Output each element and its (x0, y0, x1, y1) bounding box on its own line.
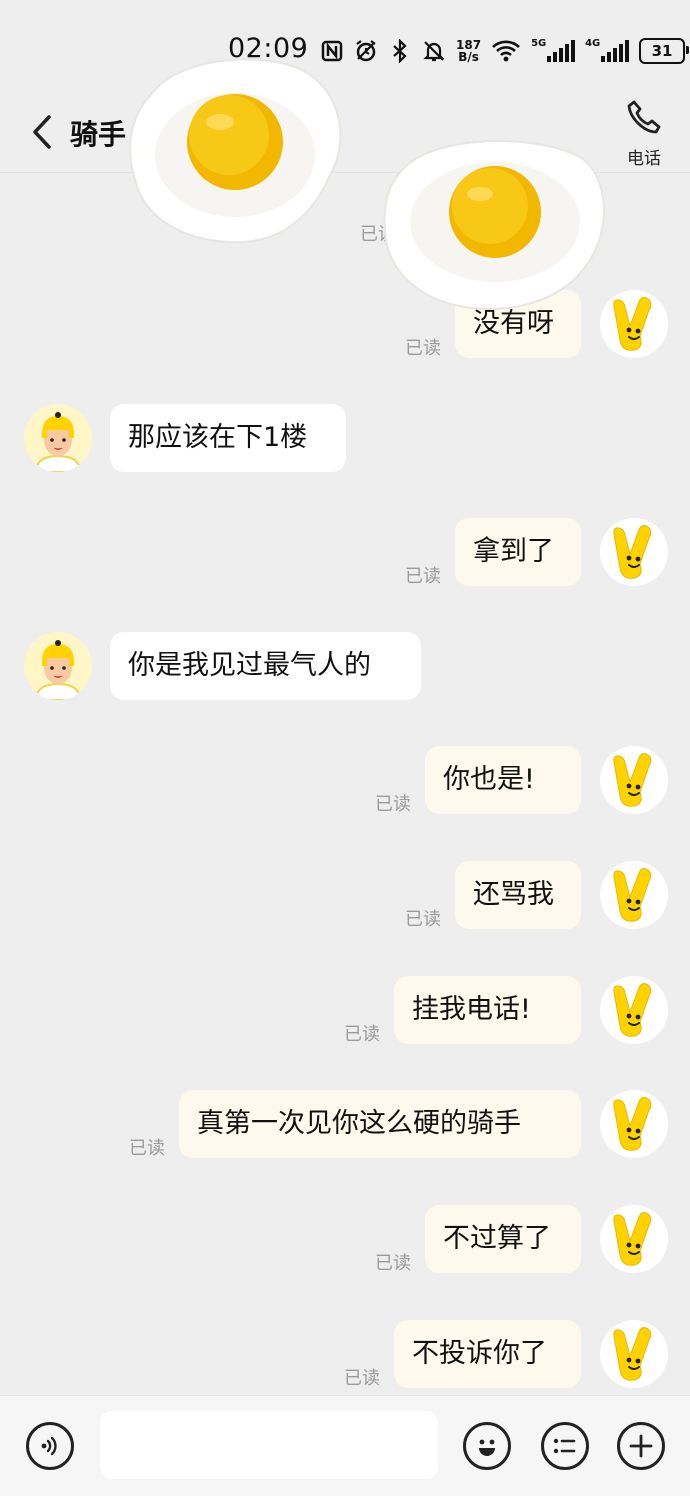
wifi-icon (491, 39, 521, 63)
emoji-button[interactable] (463, 1422, 511, 1470)
outgoing-message: 拿到了 已读 (0, 518, 690, 587)
rider-avatar[interactable] (24, 632, 92, 700)
net-speed-unit: B/s (458, 50, 479, 64)
my-avatar[interactable] (600, 861, 668, 929)
message-bubble[interactable]: 挂我电话! (394, 976, 581, 1044)
mute-icon (422, 39, 446, 63)
read-receipt: 已读 (405, 566, 441, 587)
read-receipt: 已读 (405, 338, 441, 359)
quick-reply-icon (553, 1438, 576, 1454)
read-receipt: 已读 (375, 794, 411, 815)
mascot-hand-icon (613, 1212, 652, 1266)
outgoing-message: 挂我电话! 已读 (0, 976, 690, 1045)
quick-reply-button[interactable] (541, 1422, 589, 1470)
mascot-hand-icon (613, 1327, 652, 1381)
chevron-left-icon (33, 115, 51, 149)
sim1-type: 5G (531, 38, 547, 49)
read-receipt: 已读 (129, 1138, 165, 1159)
plus-button[interactable] (617, 1422, 665, 1470)
rider-avatar[interactable] (24, 404, 92, 472)
message-bubble[interactable]: 不投诉你了 (394, 1320, 581, 1388)
outgoing-message: 真第一次见你这么硬的骑手 已读 (0, 1090, 690, 1159)
mascot-hand-icon (613, 983, 652, 1037)
message-bubble[interactable]: 真第一次见你这么硬的骑手 (179, 1090, 581, 1158)
battery-level: 31 (651, 42, 673, 60)
outgoing-message: 不过算了 已读 (0, 1205, 690, 1274)
call-label: 电话 (627, 149, 661, 169)
read-receipt: 已读 (405, 909, 441, 930)
my-avatar[interactable] (600, 976, 668, 1044)
my-avatar[interactable] (600, 518, 668, 586)
my-avatar[interactable] (600, 1205, 668, 1273)
emoji-icon (479, 1439, 495, 1456)
sim2-type: 4G (585, 38, 601, 49)
mascot-hand-icon (613, 525, 652, 579)
alarm-icon (354, 39, 378, 63)
fried-egg-sticker (383, 139, 605, 310)
message-bubble[interactable]: 你也是! (425, 746, 581, 814)
outgoing-message: 不投诉你了 已读 (0, 1320, 690, 1389)
incoming-message: 你是我见过最气人的 (0, 632, 690, 700)
my-avatar[interactable] (600, 1320, 668, 1388)
signal-icon-2: 4G (585, 38, 630, 62)
rider-face-icon (34, 412, 82, 472)
my-avatar[interactable] (600, 1090, 668, 1158)
outgoing-message: 还骂我 已读 (0, 861, 690, 930)
chat-title: 骑手 (70, 118, 127, 151)
mascot-hand-icon (613, 1097, 652, 1151)
phone-icon (627, 100, 661, 134)
net-speed: 187 B/s (456, 39, 481, 63)
message-bubble[interactable]: 你是我见过最气人的 (110, 632, 421, 700)
message-bubble[interactable]: 不过算了 (425, 1205, 581, 1273)
bluetooth-icon (388, 39, 412, 63)
my-avatar[interactable] (600, 746, 668, 814)
fried-egg-sticker (129, 58, 342, 244)
outgoing-message: 你也是! 已读 (0, 746, 690, 815)
status-icons: 187 B/s 5G 4G 31 (320, 34, 690, 68)
call-button[interactable]: 电话 (618, 98, 670, 169)
voice-icon (41, 1436, 57, 1456)
read-receipt: 已读 (344, 1368, 380, 1389)
plus-icon (629, 1434, 653, 1458)
read-receipt: 已读 (375, 1253, 411, 1274)
input-bar (0, 1395, 690, 1496)
incoming-message: 那应该在下1楼 (0, 404, 690, 472)
message-bubble[interactable]: 拿到了 (455, 518, 581, 586)
message-bubble[interactable]: 还骂我 (455, 861, 581, 929)
signal-icon: 5G (531, 38, 576, 62)
message-input[interactable] (100, 1411, 438, 1479)
read-receipt: 已读 (344, 1024, 380, 1045)
back-button[interactable] (22, 112, 62, 152)
voice-button[interactable] (26, 1422, 74, 1470)
battery-icon: 31 (639, 38, 690, 64)
mascot-hand-icon (613, 753, 652, 807)
rider-face-icon (34, 640, 82, 700)
message-bubble[interactable]: 那应该在下1楼 (110, 404, 346, 472)
mascot-hand-icon (613, 868, 652, 922)
